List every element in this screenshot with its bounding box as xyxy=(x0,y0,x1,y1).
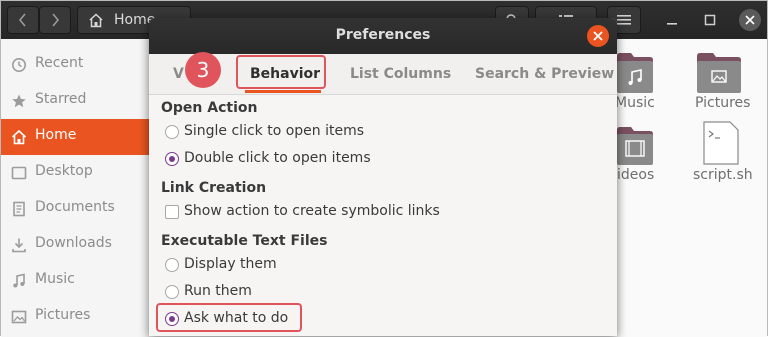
tab-search-preview[interactable]: Search & Preview xyxy=(475,66,614,82)
desktop-icon xyxy=(11,166,27,180)
hamburger-icon xyxy=(617,15,631,25)
videos-folder-icon xyxy=(617,127,653,165)
star-icon xyxy=(12,94,26,108)
ask-option-highlight xyxy=(156,303,302,332)
picture-icon xyxy=(11,310,27,324)
file-label: script.sh xyxy=(693,167,753,183)
tab-views[interactable]: V xyxy=(173,66,184,82)
dialog-title: Preferences xyxy=(335,27,431,43)
sidebar-item-label: Home xyxy=(35,127,77,143)
sidebar-item-pictures[interactable]: Pictures xyxy=(1,299,151,335)
chevron-left-icon xyxy=(18,13,26,27)
sidebar-item-label: Desktop xyxy=(35,163,93,179)
chevron-right-icon xyxy=(52,13,60,27)
document-icon xyxy=(13,201,25,217)
sidebar-item-downloads[interactable]: Downloads xyxy=(1,227,151,263)
radio-button-selected[interactable] xyxy=(165,152,179,166)
sidebar-item-label: Documents xyxy=(35,199,115,215)
dialog-titlebar: Preferences xyxy=(149,18,617,54)
forward-button[interactable] xyxy=(39,6,71,34)
pictures-folder-icon xyxy=(697,53,741,93)
sidebar: Recent Starred Home Desktop Documents Do… xyxy=(1,39,152,337)
radio-label: Single click to open items xyxy=(184,123,365,139)
music-folder-icon xyxy=(617,53,653,93)
sidebar-item-label: Pictures xyxy=(35,307,91,323)
sidebar-item-music[interactable]: Music xyxy=(1,263,151,299)
script-file-icon xyxy=(703,121,739,165)
sidebar-item-desktop[interactable]: Desktop xyxy=(1,155,151,191)
file-label: ideos xyxy=(617,167,655,183)
link-creation-heading: Link Creation xyxy=(161,180,267,196)
sidebar-item-label: Downloads xyxy=(35,235,112,251)
open-action-heading: Open Action xyxy=(161,100,258,116)
checkbox-label: Show action to create symbolic links xyxy=(184,203,440,219)
sidebar-item-recent[interactable]: Recent xyxy=(1,47,151,83)
checkbox[interactable] xyxy=(165,205,179,219)
music-icon xyxy=(13,273,25,288)
radio-label: Double click to open items xyxy=(184,150,371,166)
clock-icon xyxy=(12,58,26,72)
behavior-tab-highlight xyxy=(236,55,326,89)
radio-label: Run them xyxy=(184,283,252,299)
tab-list-columns[interactable]: List Columns xyxy=(350,66,451,82)
maximize-icon[interactable] xyxy=(701,11,719,29)
sidebar-item-home[interactable]: Home xyxy=(1,119,151,155)
file-label: Pictures xyxy=(695,95,751,111)
sidebar-item-label: Recent xyxy=(35,55,84,71)
sidebar-item-starred[interactable]: Starred xyxy=(1,83,151,119)
radio-button[interactable] xyxy=(165,285,179,299)
download-icon xyxy=(12,238,26,253)
executable-files-heading: Executable Text Files xyxy=(161,233,328,249)
radio-button[interactable] xyxy=(165,125,179,139)
minimize-icon[interactable] xyxy=(663,11,681,29)
radio-label: Display them xyxy=(184,256,277,272)
home-icon xyxy=(11,129,27,145)
active-tab-indicator xyxy=(245,90,321,93)
preferences-dialog: Preferences V Behavior List Columns Sear… xyxy=(149,18,617,336)
sidebar-item-label: Starred xyxy=(35,91,87,107)
close-icon xyxy=(745,15,755,25)
close-icon xyxy=(593,31,603,41)
radio-button[interactable] xyxy=(165,258,179,272)
file-label: Music xyxy=(615,95,655,111)
sidebar-item-documents[interactable]: Documents xyxy=(1,191,151,227)
home-icon xyxy=(89,13,103,28)
sidebar-item-label: Music xyxy=(35,271,75,287)
window-close-button[interactable] xyxy=(739,9,761,31)
back-button[interactable] xyxy=(7,6,39,34)
step-number-badge: 3 xyxy=(185,52,221,88)
dialog-close-button[interactable] xyxy=(587,25,609,47)
